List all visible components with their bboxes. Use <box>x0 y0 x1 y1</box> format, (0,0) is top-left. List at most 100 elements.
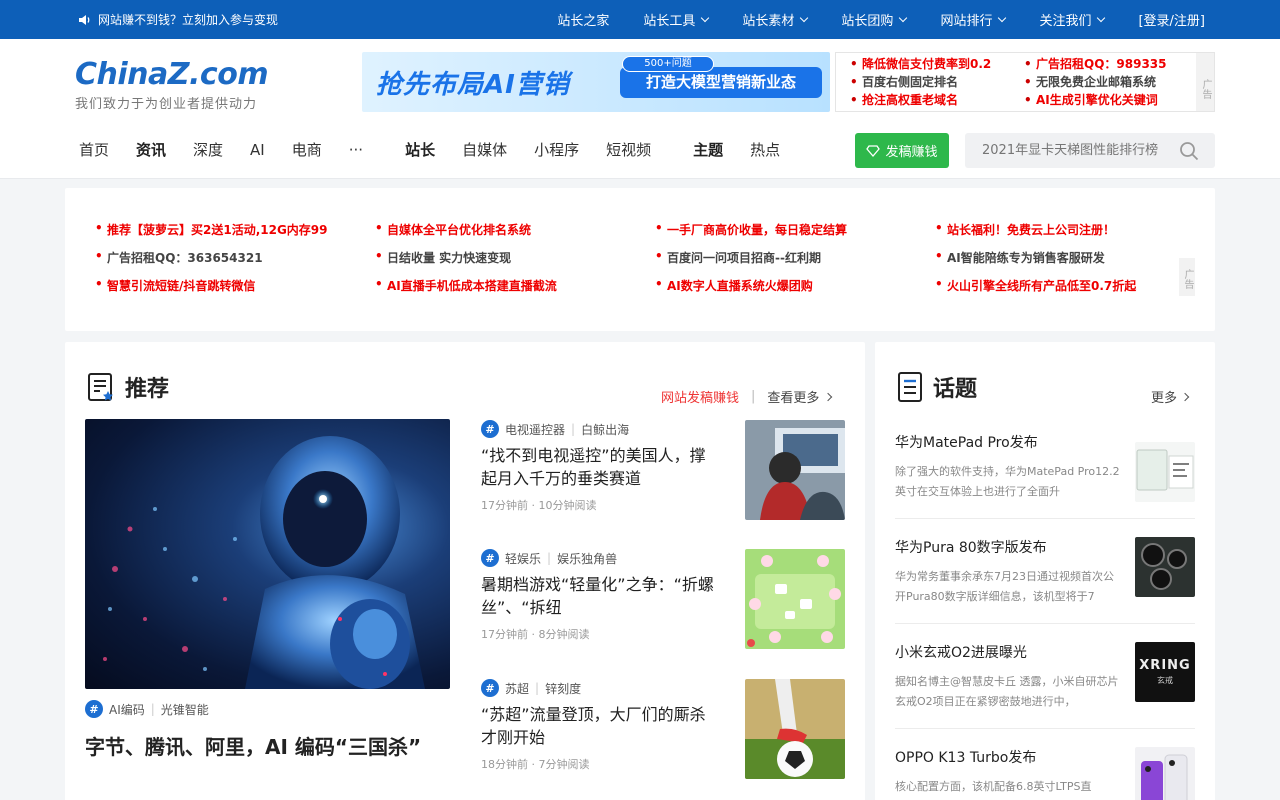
top-nav-tools[interactable]: 站长工具 <box>643 10 710 29</box>
ad-link[interactable]: 火山引擎全线所有产品低至0.7折起 <box>935 277 1136 294</box>
ad-link[interactable]: 日结收量 实力快速变现 <box>375 249 511 266</box>
phone-purple-image <box>1135 747 1195 800</box>
topic-item-desc: 据知名博主@智慧皮卡丘 透露，小米自研芯片玄戒O2项目正在紧锣密鼓地进行中， <box>895 675 1119 708</box>
article-title[interactable]: “找不到电视遥控”的美国人，撑起月入千万的垂类赛道 <box>481 444 721 490</box>
view-more-link[interactable]: 查看更多 <box>767 387 833 406</box>
robot-illustration <box>103 436 425 689</box>
ad-link[interactable]: 智慧引流短链/抖音跳转微信 <box>95 277 255 294</box>
feature-title[interactable]: 字节、腾讯、阿里，AI 编码“三国杀” <box>85 732 445 762</box>
feature-image-robot[interactable] <box>85 419 450 689</box>
ai-marketing-banner[interactable]: 抢先布局AI营销 打造大模型营销新业态 500+问题 <box>362 52 830 112</box>
topic-item[interactable]: OPPO K13 Turbo发布 核心配置方面，该机配备6.8英寸LTPS直 <box>895 747 1195 800</box>
phone-camera-image <box>1135 537 1195 597</box>
recommend-panel: 推荐 网站发稿赚钱 | 查看更多 # AI编码 | 光锥智能 字节、腾讯、阿里，… <box>65 342 865 800</box>
divider <box>895 518 1195 519</box>
recommend-list-icon <box>88 373 113 401</box>
topic-item[interactable]: 华为Pura 80数字版发布 华为常务董事余承东7月23日通过视频首次公开Pur… <box>895 537 1195 607</box>
header-ad-box: 降低微信支付费率到0.2 百度右侧固定排名 抢注高权重老域名 广告招租QQ：98… <box>835 52 1215 112</box>
tag-link[interactable]: 电视遥控器 <box>505 421 565 438</box>
header-ad-link[interactable]: 降低微信支付费率到0.2 <box>862 55 991 73</box>
ad-link[interactable]: 站长福利！免费云上公司注册！ <box>935 221 1115 238</box>
chevron-down-icon <box>899 13 908 22</box>
header-ad-link[interactable]: 抢注高权重老域名 <box>862 91 991 109</box>
ad-link[interactable]: AI直播手机低成本搭建直播截流 <box>375 277 557 294</box>
header-ad-col1: 降低微信支付费率到0.2 百度右侧固定排名 抢注高权重老域名 <box>862 55 991 109</box>
top-nav-ranking[interactable]: 网站排行 <box>940 10 1007 29</box>
nav-shortvideo[interactable]: 短视频 <box>606 139 651 160</box>
ad-link[interactable]: AI智能陪练专为销售客服研发 <box>935 249 1105 266</box>
nav-topics[interactable]: 主题 <box>693 139 723 160</box>
tag-link[interactable]: 轻娱乐 <box>505 550 541 567</box>
top-nav-groupbuy[interactable]: 站长团购 <box>841 10 908 29</box>
article-thumbnail-game[interactable] <box>745 549 845 649</box>
source-link[interactable]: 锌刻度 <box>545 680 581 697</box>
nav-home[interactable]: 首页 <box>79 139 109 160</box>
ad-link[interactable]: 推荐【菠萝云】买2送1活动,12G内存99 <box>95 221 327 238</box>
nav-webmaster[interactable]: 站长 <box>405 139 435 160</box>
topic-header: 话题 <box>897 371 977 403</box>
article-title[interactable]: “苏超”流量登顶，大厂们的厮杀才刚开始 <box>481 703 721 749</box>
article-item[interactable]: # 轻娱乐 | 娱乐独角兽 暑期档游戏“轻量化”之争：“折螺丝”、“拆纽 17分… <box>481 549 845 649</box>
article-thumbnail-football[interactable] <box>745 679 845 779</box>
topic-thumbnail-oppo[interactable] <box>1135 747 1195 800</box>
search-box <box>965 133 1215 168</box>
nav-miniprogram[interactable]: 小程序 <box>534 139 579 160</box>
ad-link[interactable]: 广告招租QQ：363654321 <box>95 249 263 266</box>
football-image <box>745 679 845 779</box>
ad-link[interactable]: 自媒体全平台优化排名系统 <box>375 221 531 238</box>
ad-link[interactable]: 一手厂商高价收量，每日稳定结算 <box>655 221 847 238</box>
chevron-right-icon <box>1180 392 1190 401</box>
ad-label: 广告 <box>1196 53 1214 111</box>
post-earn-link[interactable]: 网站发稿赚钱 <box>661 387 739 406</box>
nav-selfmedia[interactable]: 自媒体 <box>462 139 507 160</box>
header-ad-link[interactable]: 无限免费企业邮箱系统 <box>1036 73 1167 91</box>
topic-thumbnail-pura80[interactable] <box>1135 537 1195 597</box>
recommend-title: 推荐 <box>125 377 170 402</box>
ad-link[interactable]: AI数字人直播系统火爆团购 <box>655 277 813 294</box>
diamond-icon <box>866 144 881 157</box>
nav-more[interactable]: ··· <box>349 141 363 159</box>
header-ad-link[interactable]: 广告招租QQ：989335 <box>1036 55 1167 73</box>
topic-thumbnail-matepad[interactable] <box>1135 442 1195 502</box>
nav-depth[interactable]: 深度 <box>193 139 223 160</box>
xring-text: XRING <box>1139 658 1191 673</box>
article-title[interactable]: 暑期档游戏“轻量化”之争：“折螺丝”、“拆纽 <box>481 573 721 619</box>
topic-panel: 话题 更多 华为MatePad Pro发布 除了强大的软件支持，华为MatePa… <box>875 342 1215 800</box>
ad-link[interactable]: 百度问一问项目招商--红利期 <box>655 249 821 266</box>
post-earn-button[interactable]: 发稿赚钱 <box>855 133 949 168</box>
source-link[interactable]: 光锥智能 <box>161 701 209 718</box>
source-link[interactable]: 娱乐独角兽 <box>557 550 617 567</box>
ad-panel: 推荐【菠萝云】买2送1活动,12G内存99 自媒体全平台优化排名系统 一手厂商高… <box>65 188 1215 331</box>
top-notice[interactable]: 网站赚不到钱？立刻加入参与变现 <box>78 11 278 28</box>
search-icon[interactable] <box>1179 141 1199 161</box>
nav-ecommerce[interactable]: 电商 <box>292 139 322 160</box>
topic-more-link[interactable]: 更多 <box>1151 387 1190 406</box>
header-ad-link[interactable]: AI生成引擎优化关键词 <box>1036 91 1167 109</box>
ad-label: 广告 <box>1179 258 1195 296</box>
topic-item-desc: 除了强大的软件支持，华为MatePad Pro12.2英寸在交互体验上也进行了全… <box>895 465 1120 498</box>
topic-thumbnail-xring[interactable]: XRING 玄戒 <box>1135 642 1195 702</box>
nav-hot[interactable]: 热点 <box>750 139 780 160</box>
article-item[interactable]: # 电视遥控器 | 白鲸出海 “找不到电视遥控”的美国人，撑起月入千万的垂类赛道… <box>481 420 845 520</box>
hashtag-icon: # <box>481 679 499 697</box>
divider <box>895 623 1195 624</box>
tag-link[interactable]: 苏超 <box>505 680 529 697</box>
nav-ai[interactable]: AI <box>250 141 265 159</box>
topic-item[interactable]: 小米玄戒O2进展曝光 据知名博主@智慧皮卡丘 透露，小米自研芯片玄戒O2项目正在… <box>895 642 1195 712</box>
source-link[interactable]: 白鲸出海 <box>581 421 629 438</box>
logo[interactable]: ChinaZ.com 我们致力于为创业者提供动力 <box>75 57 269 112</box>
header: ChinaZ.com 我们致力于为创业者提供动力 抢先布局AI营销 打造大模型营… <box>0 39 1280 179</box>
top-nav-follow[interactable]: 关注我们 <box>1039 10 1106 29</box>
top-nav-zhanzhang[interactable]: 站长之家 <box>557 10 609 29</box>
article-item[interactable]: # 苏超 | 锌刻度 “苏超”流量登顶，大厂们的厮杀才刚开始 18分钟前 · 7… <box>481 679 845 779</box>
topic-item[interactable]: 华为MatePad Pro发布 除了强大的软件支持，华为MatePad Pro1… <box>895 432 1195 502</box>
search-input[interactable] <box>965 133 1175 168</box>
tag-link[interactable]: AI编码 <box>109 701 145 718</box>
nav-news[interactable]: 资讯 <box>136 139 166 160</box>
logo-slogan: 我们致力于为创业者提供动力 <box>75 97 258 112</box>
top-nav-material[interactable]: 站长素材 <box>742 10 809 29</box>
header-ad-link[interactable]: 百度右侧固定排名 <box>862 73 991 91</box>
login-register-link[interactable]: [登录/注册] <box>1138 10 1205 29</box>
article-thumbnail-tv[interactable] <box>745 420 845 520</box>
tablet-image <box>1135 442 1195 502</box>
